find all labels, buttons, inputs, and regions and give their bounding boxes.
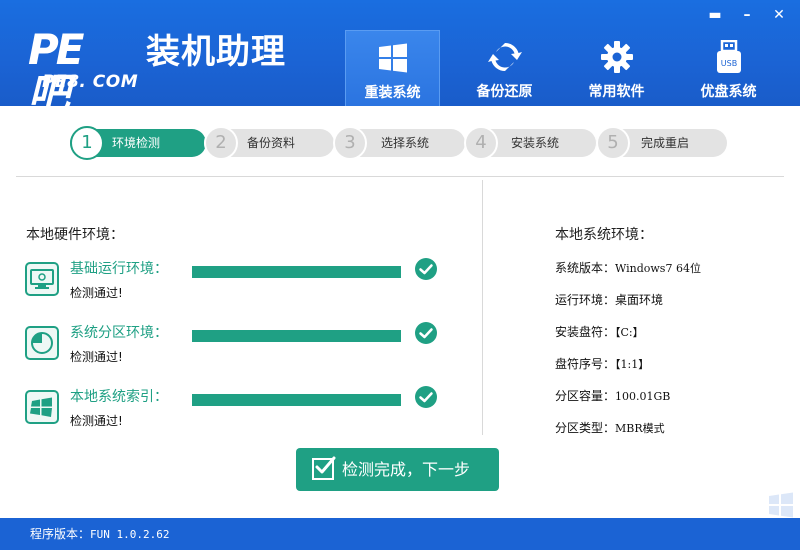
check-item-system-index: 本地系统索引： 检测通过! bbox=[25, 386, 445, 438]
row-label: 分区类型： bbox=[555, 421, 616, 435]
watermark-logo-icon bbox=[769, 492, 793, 518]
minimize-icon[interactable]: – bbox=[740, 8, 754, 22]
nav-reinstall-system[interactable]: 重装系统 bbox=[345, 30, 440, 106]
row-value: 【1:1】 bbox=[615, 358, 650, 371]
step-number: 5 bbox=[596, 126, 630, 160]
wizard-steps: 1 环境检测 2 备份资料 3 选择系统 4 安装系统 5 完成重启 bbox=[70, 126, 730, 160]
install-drive-row: 安装盘符：【C:】 bbox=[555, 323, 644, 340]
program-version: 程序版本：FUN 1.0.2.62 bbox=[30, 518, 170, 550]
hardware-section-title: 本地硬件环境： bbox=[26, 227, 124, 243]
check-item-status: 检测通过! bbox=[70, 350, 123, 364]
step-select-system: 3 选择系统 bbox=[333, 126, 465, 160]
nav-common-software[interactable]: 常用软件 bbox=[569, 30, 664, 106]
row-label: 盘符序号： bbox=[555, 357, 616, 371]
checkbox-check-icon bbox=[312, 456, 336, 480]
divider bbox=[482, 180, 483, 435]
window-controls: ▬ – ✕ bbox=[708, 8, 786, 22]
check-item-name: 本地系统索引： bbox=[70, 389, 168, 405]
check-item-partition-environment: 系统分区环境： 检测通过! bbox=[25, 322, 445, 374]
step-finish-restart: 5 完成重启 bbox=[596, 126, 727, 160]
progress-bar bbox=[192, 266, 401, 278]
partition-type-row: 分区类型：MBR模式 bbox=[555, 419, 665, 436]
progress-bar bbox=[192, 394, 401, 406]
divider bbox=[16, 176, 784, 177]
nav-label: 备份还原 bbox=[476, 84, 533, 100]
run-environment-row: 运行环境：桌面环境 bbox=[555, 291, 663, 308]
row-value: 【C:】 bbox=[615, 326, 644, 339]
step-label: 选择系统 bbox=[381, 136, 430, 150]
menu-icon[interactable]: ▬ bbox=[708, 8, 722, 22]
step-number: 4 bbox=[464, 126, 498, 160]
row-value: 100.01GB bbox=[615, 390, 671, 403]
step-environment-check: 1 环境检测 bbox=[70, 126, 206, 160]
nav-backup-restore[interactable]: 备份还原 bbox=[457, 30, 552, 106]
step-label: 安装系统 bbox=[511, 136, 560, 150]
partition-capacity-row: 分区容量：100.01GB bbox=[555, 387, 670, 404]
system-version-row: 系统版本：Windows7 64位 bbox=[555, 259, 701, 276]
check-icon bbox=[415, 322, 437, 344]
row-label: 系统版本： bbox=[555, 261, 616, 275]
step-label: 备份资料 bbox=[247, 136, 296, 150]
sync-icon bbox=[487, 42, 522, 72]
main-nav: 重装系统 备份还原 常用软件 USB 优盘系统 bbox=[345, 30, 793, 106]
nav-label: 常用软件 bbox=[588, 84, 645, 100]
pie-chart-icon bbox=[25, 326, 59, 360]
system-section-title: 本地系统环境： bbox=[555, 227, 653, 243]
logo-site: PE8. COM bbox=[42, 72, 139, 92]
nav-label: 重装系统 bbox=[364, 85, 421, 101]
step-backup-data: 2 备份资料 bbox=[204, 126, 334, 160]
usb-icon: USB bbox=[716, 40, 741, 73]
step-label: 完成重启 bbox=[641, 136, 690, 150]
windows-icon bbox=[378, 43, 407, 73]
usb-icon-text: USB bbox=[720, 59, 736, 68]
version-value: FUN 1.0.2.62 bbox=[90, 528, 170, 541]
step-number: 3 bbox=[333, 126, 367, 160]
app-title: 装机助理 bbox=[146, 32, 286, 72]
step-install-system: 4 安装系统 bbox=[464, 126, 596, 160]
close-icon[interactable]: ✕ bbox=[772, 8, 786, 22]
title-bar: PE吧 装机助理 PE8. COM 重装系统 备份还原 常用软件 USB 优盘系… bbox=[0, 0, 800, 116]
row-value: Windows7 64位 bbox=[615, 262, 701, 275]
check-icon bbox=[415, 258, 437, 280]
monitor-icon bbox=[25, 262, 59, 296]
row-value: 桌面环境 bbox=[615, 293, 664, 307]
drive-index-row: 盘符序号：【1:1】 bbox=[555, 355, 649, 372]
step-label: 环境检测 bbox=[112, 136, 161, 150]
step-number: 1 bbox=[70, 126, 104, 160]
step-number: 2 bbox=[204, 126, 238, 160]
status-bar: 程序版本：FUN 1.0.2.62 bbox=[0, 518, 800, 550]
windows-logo-icon bbox=[25, 390, 59, 424]
next-step-button[interactable]: 检测完成，下一步 bbox=[296, 448, 499, 491]
check-icon bbox=[415, 386, 437, 408]
check-item-name: 基础运行环境： bbox=[70, 261, 168, 277]
gear-icon bbox=[600, 41, 633, 73]
progress-bar bbox=[192, 330, 401, 342]
check-item-status: 检测通过! bbox=[70, 286, 123, 300]
check-item-status: 检测通过! bbox=[70, 414, 123, 428]
next-step-label: 检测完成，下一步 bbox=[342, 460, 471, 479]
version-label: 程序版本： bbox=[30, 527, 91, 541]
check-item-name: 系统分区环境： bbox=[70, 325, 168, 341]
row-value: MBR模式 bbox=[615, 422, 665, 435]
nav-label: 优盘系统 bbox=[700, 84, 757, 100]
row-label: 分区容量： bbox=[555, 389, 616, 403]
row-label: 安装盘符： bbox=[555, 325, 616, 339]
row-label: 运行环境： bbox=[555, 293, 616, 307]
nav-usb-system[interactable]: USB 优盘系统 bbox=[681, 30, 776, 106]
check-item-basic-environment: 基础运行环境： 检测通过! bbox=[25, 258, 445, 310]
